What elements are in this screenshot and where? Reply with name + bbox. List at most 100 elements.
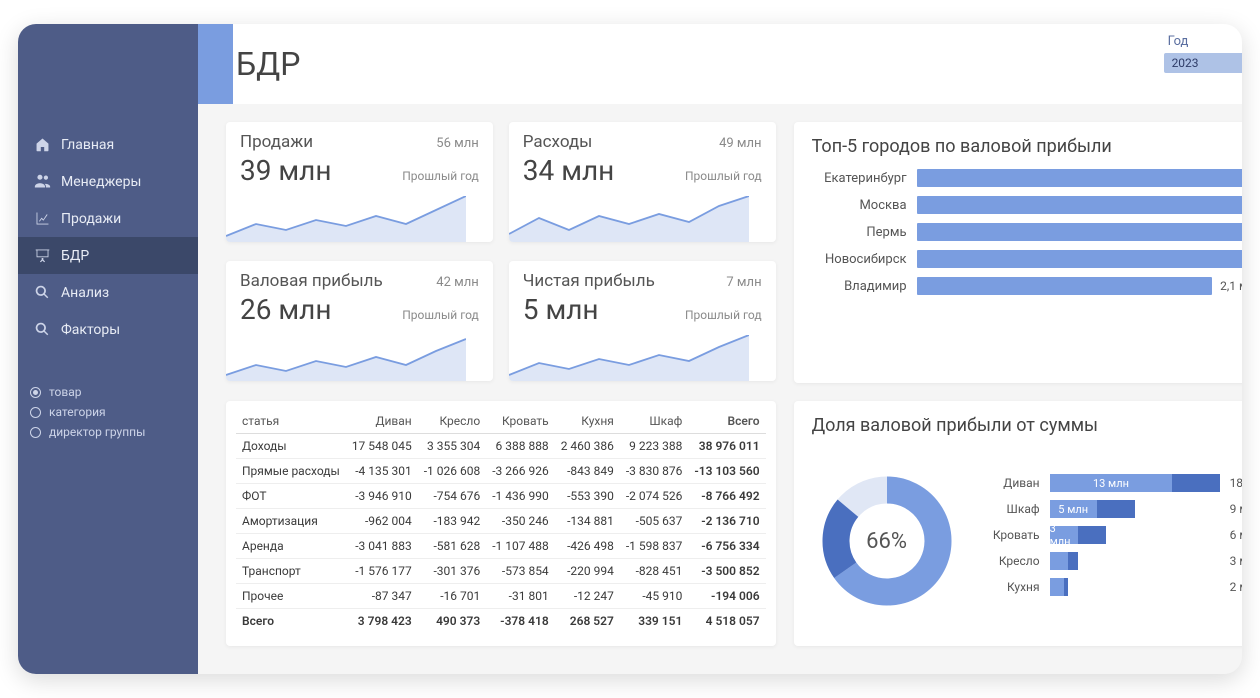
th: Кресло <box>418 409 486 434</box>
top5-row-3: Новосибирск 2,4 млн <box>812 250 1242 268</box>
sidebar-item-2[interactable]: Продажи <box>18 200 198 237</box>
sidebar-item-label: Анализ <box>61 285 109 301</box>
share-total: 9 млн <box>1230 502 1242 516</box>
sidebar-item-label: Менеджеры <box>61 174 141 190</box>
table-row: Доходы17 548 0453 355 3046 388 8882 460 … <box>236 434 766 459</box>
home-icon <box>34 136 51 153</box>
sidebar-item-5[interactable]: Факторы <box>18 311 198 348</box>
top5-label: Пермь <box>812 225 907 240</box>
table-panel: статьяДиванКреслоКроватьКухняШкафВсего Д… <box>226 401 776 646</box>
th: Диван <box>346 409 418 434</box>
table-row: Прямые расходы-4 135 301-1 026 608-3 266… <box>236 459 766 484</box>
sidebar-item-label: БДР <box>61 248 89 264</box>
share-label: Кровать <box>978 528 1040 542</box>
share-total: 18 млн <box>1230 476 1242 490</box>
year-value: 2023 <box>1172 56 1199 70</box>
year-select[interactable]: 2023 <box>1164 53 1242 73</box>
kpi-value: 39 млн <box>240 154 332 187</box>
sidebar: ГлавнаяМенеджерыПродажиБДРАнализФакторы … <box>18 24 198 674</box>
share-label: Шкаф <box>978 502 1040 516</box>
th-total: Всего <box>688 409 765 434</box>
kpi-title: Расходы <box>523 132 593 152</box>
kpi-value: 34 млн <box>523 154 615 187</box>
kpi-card-2: Валовая прибыль42 млн 26 млнПрошлый год <box>226 261 493 381</box>
sparkline-icon <box>226 335 466 381</box>
share-row-4: Кухня 2 млн <box>978 578 1242 596</box>
kpi-grid: Продажи 56 млн 39 млн Прошлый год Расходы 4… <box>226 122 776 383</box>
users-icon <box>34 173 51 190</box>
top5-label: Екатеринбург <box>812 171 907 186</box>
radio-group: товар категория директор группы <box>18 376 198 448</box>
sidebar-item-1[interactable]: Менеджеры <box>18 163 198 200</box>
sidebar-item-4[interactable]: Анализ <box>18 274 198 311</box>
table-row: Амортизация-962 004-183 942-350 246-134 … <box>236 509 766 534</box>
kpi-prev-value: 7 млн <box>726 275 761 290</box>
kpi-title: Продажи <box>240 132 313 152</box>
radio-dot-icon <box>30 387 41 398</box>
top5-label: Москва <box>812 198 907 213</box>
radio-dot-icon <box>30 407 41 418</box>
radio-dot-icon <box>30 427 41 438</box>
kpi-prev-label: Прошлый год <box>402 308 479 322</box>
kpi-prev-value: 42 млн <box>436 275 479 290</box>
kpi-title: Чистая прибыль <box>523 271 655 291</box>
radio-2[interactable]: директор группы <box>30 422 186 442</box>
top5-row-1: Москва 2,6 млн <box>812 196 1242 214</box>
th: Шкаф <box>620 409 688 434</box>
radio-label: категория <box>49 405 106 419</box>
presentation-icon <box>34 247 51 264</box>
table-row: Транспорт-1 576 177-301 376-573 854-220 … <box>236 559 766 584</box>
year-label: Год <box>1168 34 1189 49</box>
page-title: БДР <box>236 45 300 83</box>
share-label: Кресло <box>978 554 1040 568</box>
radio-0[interactable]: товар <box>30 382 186 402</box>
share-row-0: Диван 13 млн 18 млн <box>978 474 1242 492</box>
th-first: статья <box>236 409 346 434</box>
kpi-prev-value: 49 млн <box>719 136 762 151</box>
sparkline-icon <box>509 196 749 242</box>
table-row: Прочее-87 347-16 701-31 801-12 247-45 91… <box>236 584 766 609</box>
table-row-total: Всего3 798 423490 373-378 418268 527339 … <box>236 609 766 634</box>
search-icon <box>34 321 51 338</box>
share-label: Диван <box>978 476 1040 490</box>
kpi-prev-label: Прошлый год <box>685 308 762 322</box>
share-row-1: Шкаф 5 млн 9 млн <box>978 500 1242 518</box>
th: Кухня <box>555 409 620 434</box>
bdr-table: статьяДиванКреслоКроватьКухняШкафВсего Д… <box>236 409 766 633</box>
share-row-3: Кресло 3 млн <box>978 552 1242 570</box>
sparkline-icon <box>509 335 749 381</box>
donut-total: 66% <box>812 466 962 616</box>
top5-label: Владимир <box>812 279 907 294</box>
radio-label: директор группы <box>49 425 145 439</box>
kpi-value: 5 млн <box>523 293 599 326</box>
share-total: 3 млн <box>1230 554 1242 568</box>
chart-icon <box>34 210 51 227</box>
share-panel: Доля валовой прибыли от суммы 66% Диван … <box>794 401 1242 646</box>
share-total: 2 млн <box>1230 580 1242 594</box>
top5-title: Топ-5 городов по валовой прибыли <box>812 136 1242 157</box>
kpi-prev-value: 56 млн <box>436 136 479 151</box>
sidebar-item-label: Главная <box>61 137 114 153</box>
kpi-prev-label: Прошлый год <box>402 169 479 183</box>
top5-value: 2,1 млн <box>1212 277 1242 295</box>
th: Кровать <box>486 409 554 434</box>
table-row: ФОТ-3 946 910-754 676-1 436 990-553 390-… <box>236 484 766 509</box>
kpi-prev-label: Прошлый год <box>685 169 762 183</box>
header: БДР Год 2023 <box>198 24 1242 104</box>
sidebar-item-0[interactable]: Главная <box>18 126 198 163</box>
top5-row-0: Екатеринбург 2,6 млн <box>812 169 1242 187</box>
share-total: 6 млн <box>1230 528 1242 542</box>
share-row-2: Кровать 3 млн 6 млн <box>978 526 1242 544</box>
radio-1[interactable]: категория <box>30 402 186 422</box>
table-row: Аренда-3 041 883-581 628-1 107 488-426 4… <box>236 534 766 559</box>
top5-row-4: Владимир 2,1 млн <box>812 277 1242 295</box>
donut-chart: 66% <box>812 466 962 616</box>
share-label: Кухня <box>978 580 1040 594</box>
sidebar-item-label: Факторы <box>61 322 120 338</box>
search-icon <box>34 284 51 301</box>
kpi-value: 26 млн <box>240 293 332 326</box>
top5-label: Новосибирск <box>812 252 907 267</box>
sidebar-item-3[interactable]: БДР <box>18 237 198 274</box>
kpi-card-3: Чистая прибыль 7 млн 5 млн Прошлый год <box>509 261 776 381</box>
kpi-card-0: Продажи 56 млн 39 млн Прошлый год <box>226 122 493 242</box>
